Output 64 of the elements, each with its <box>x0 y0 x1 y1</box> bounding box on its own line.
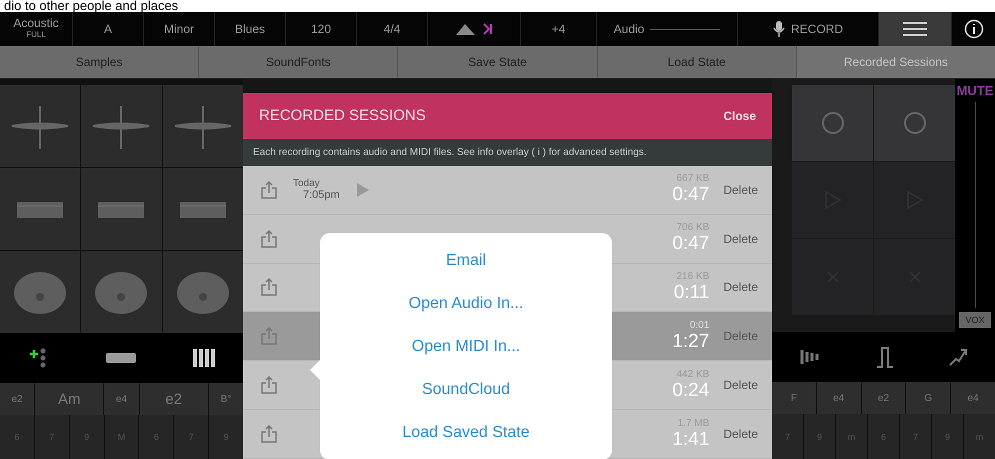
bar-icon[interactable] <box>106 353 136 363</box>
delete-button[interactable]: Delete <box>723 427 758 442</box>
info-icon[interactable] <box>964 19 984 39</box>
delete-button[interactable]: Delete <box>723 232 758 246</box>
chord-key[interactable]: e4 <box>951 382 995 414</box>
menu-icon <box>903 21 927 37</box>
vox-label[interactable]: VOX <box>959 312 990 328</box>
add-track-icon[interactable] <box>28 347 48 369</box>
chord-key[interactable]: e4 <box>104 383 139 415</box>
chord-key[interactable]: B° <box>208 383 243 415</box>
drum-icon[interactable] <box>174 269 231 315</box>
chord-key[interactable]: G <box>906 382 950 414</box>
menu-item[interactable]: SoundCloud <box>320 368 612 411</box>
chord-key[interactable]: F <box>772 382 816 414</box>
mute-label[interactable]: MUTE <box>956 83 994 98</box>
duration: 0:47 <box>672 184 710 206</box>
close-button[interactable]: Close <box>723 108 756 123</box>
menu-item[interactable]: Open MIDI In... <box>320 325 612 368</box>
duration: 1:41 <box>672 428 710 451</box>
duration: 0:24 <box>672 380 710 402</box>
duration: 1:27 <box>672 330 710 353</box>
tab[interactable]: SoundFonts <box>199 46 398 78</box>
delete-button[interactable]: Delete <box>723 280 758 294</box>
delete-button[interactable]: Delete <box>723 329 758 344</box>
circle-icon[interactable] <box>820 111 844 135</box>
chord-key[interactable]: e4 <box>816 382 861 414</box>
microphone-icon <box>772 20 785 38</box>
menu-item[interactable]: Open Audio In... <box>320 282 612 325</box>
share-icon[interactable] <box>259 424 279 444</box>
share-icon[interactable] <box>259 277 279 298</box>
tab[interactable]: Save State <box>398 46 598 78</box>
duration: 0:11 <box>674 282 710 304</box>
share-icon[interactable] <box>259 326 279 346</box>
session-time: 7:05pm <box>302 189 341 202</box>
tab[interactable]: Samples <box>0 46 200 78</box>
share-icon[interactable] <box>259 228 279 249</box>
chord-key[interactable]: Am <box>35 383 104 415</box>
piano-icon[interactable] <box>192 349 214 367</box>
menu-item[interactable]: Load Saved State <box>320 411 612 454</box>
menu-button[interactable] <box>879 12 952 46</box>
chord-key[interactable]: e2 <box>862 382 906 414</box>
delete-button[interactable]: Delete <box>723 182 758 197</box>
caption-text: dio to other people and places <box>3 0 180 12</box>
drum-icon[interactable] <box>12 269 68 315</box>
file-size: 0:01 <box>690 320 710 331</box>
audio-label: Audio <box>614 22 644 36</box>
duration: 0:47 <box>672 233 710 256</box>
mountain-icon[interactable] <box>455 22 477 36</box>
menu-item[interactable]: Email <box>320 239 612 282</box>
dialog-note: Each recording contains audio and MIDI files. See info overlay ( i ) for advanced settings. <box>243 138 772 166</box>
chord-key[interactable]: e2 <box>140 383 208 415</box>
share-icon[interactable] <box>259 375 279 396</box>
chord-key[interactable]: e2 <box>0 383 34 415</box>
skip-icon[interactable] <box>483 22 493 36</box>
square-wave-icon[interactable] <box>876 346 894 368</box>
drum-icon[interactable] <box>93 269 150 315</box>
session-date: Today <box>293 178 321 190</box>
dialog-title: RECORDED SESSIONS <box>259 107 426 124</box>
circle-icon[interactable] <box>902 111 926 135</box>
play-icon[interactable] <box>357 182 369 197</box>
delete-button[interactable]: Delete <box>723 378 758 392</box>
diagonal-arrow-icon[interactable] <box>948 347 968 367</box>
share-icon[interactable] <box>259 180 279 200</box>
tab[interactable]: Recorded Sessions <box>796 46 995 78</box>
